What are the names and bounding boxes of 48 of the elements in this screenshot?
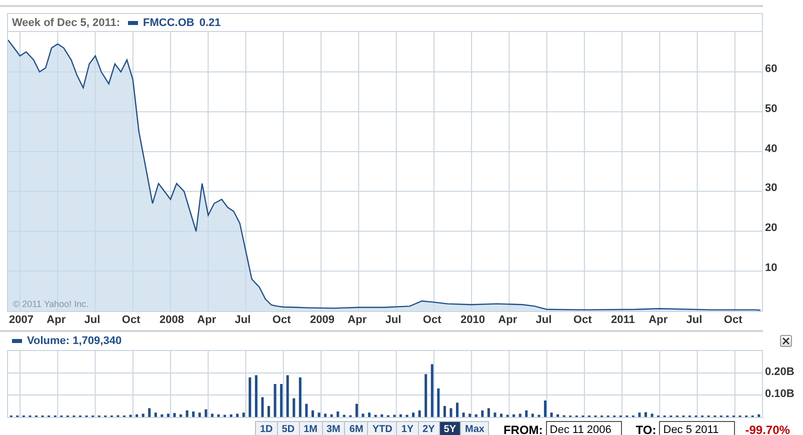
y-axis-label: 20 [765,222,778,234]
range-button[interactable]: 5Y [438,421,462,435]
x-axis-label: Apr [197,314,216,326]
to-date-field[interactable]: Dec 5 2011 [659,421,736,435]
to-label: TO: [636,422,656,435]
series-name: FMCC.OB [143,16,194,28]
x-axis-label: 2009 [310,314,335,326]
from-label: FROM: [503,422,543,435]
date-label: Week of Dec 5, 2011: [12,16,120,28]
x-axis-label: Oct [573,314,592,326]
range-button[interactable]: 1D [255,421,278,435]
range-button[interactable]: Max [460,421,490,435]
y-axis-label: 60 [765,62,778,75]
from-date-field[interactable]: Dec 11 2006 [546,421,622,435]
x-axis-label: 2010 [460,314,486,326]
x-axis-label: Apr [348,314,367,326]
range-button[interactable]: 2Y [418,421,440,435]
copyright-text: © 2011 Yahoo! Inc. [13,299,89,309]
x-axis-label: 2008 [160,314,184,326]
volume-label: Volume: 1,709,340 [27,334,122,346]
x-axis-label: 2007 [9,314,34,326]
range-button[interactable]: 6M [344,421,368,435]
x-axis-label: Jul [234,314,251,326]
x-axis-label: Apr [498,314,518,326]
x-axis-label: Oct [422,314,442,326]
y-axis-label: 0.20B [765,366,794,378]
y-axis-label: 10 [765,262,778,274]
y-axis-label: 50 [765,102,778,115]
x-axis-label: Apr [648,314,668,326]
series-value: 0.21 [199,16,221,28]
range-button[interactable]: 1Y [396,421,419,435]
x-axis-label: 2011 [611,314,635,326]
y-axis-label: 40 [765,142,778,155]
x-axis-label: Jul [385,314,402,326]
range-button[interactable]: 5D [276,421,300,435]
x-axis-label: Oct [724,314,742,326]
x-axis-label: Apr [46,314,66,326]
range-button[interactable]: 1M [298,421,322,435]
x-axis-label: Oct [122,314,140,326]
x-axis-label: Jul [686,314,702,326]
x-axis-label: Jul [536,314,552,326]
y-axis-label: 0.10B [765,388,794,400]
range-button[interactable]: YTD [367,421,398,435]
x-axis-label: Jul [84,314,100,326]
percent-change: -99.70% [745,422,790,435]
x-axis-label: Oct [272,314,291,326]
range-button[interactable]: 3M [322,421,346,435]
y-axis-label: 30 [765,182,778,194]
